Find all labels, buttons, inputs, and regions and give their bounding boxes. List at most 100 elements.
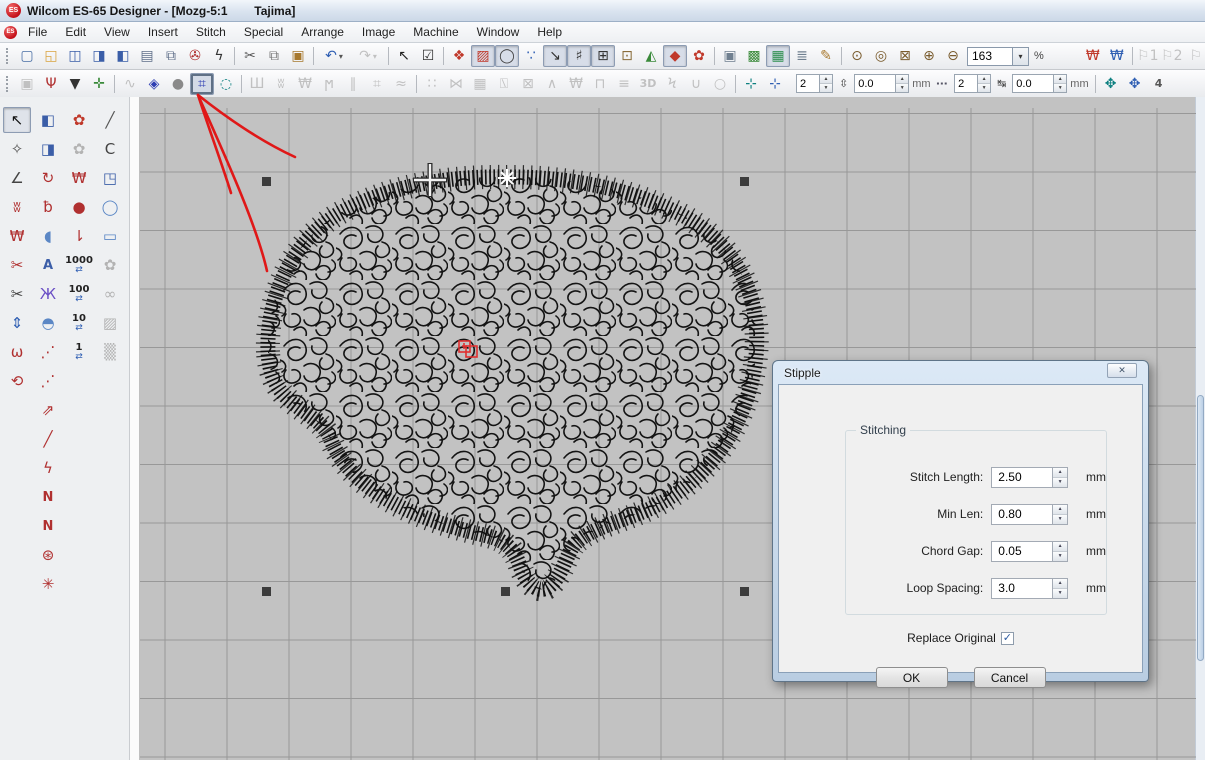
rectangle-tool-button[interactable]: ▭	[96, 223, 124, 249]
freehand-open-button[interactable]: N	[34, 484, 62, 510]
align-centers-2-button[interactable]: ✥	[1123, 73, 1147, 95]
pull-length-input[interactable]	[1012, 74, 1054, 93]
menu-item-view[interactable]: View	[95, 23, 139, 41]
fan-tool-button[interactable]: ω	[3, 339, 31, 365]
box-stitch-button[interactable]: ⊠	[516, 73, 540, 95]
select-button[interactable]: ↖	[3, 107, 31, 133]
fill-shape-button[interactable]: ◖	[34, 223, 62, 249]
dot-stitch-button[interactable]: ∷	[420, 73, 444, 95]
design-properties-button[interactable]: ✎	[814, 45, 838, 67]
penetration-tool-button[interactable]: ⇂	[65, 223, 93, 249]
measure-tool-button[interactable]: ⇕	[3, 310, 31, 336]
parallel-lines-button[interactable]: ╱	[96, 107, 124, 133]
scribble-stitch-button[interactable]: Ϟ	[660, 73, 684, 95]
arrow-mode-button[interactable]: ↘	[543, 45, 567, 67]
cross-hatch-button[interactable]: ⋈	[444, 73, 468, 95]
chevron-down-icon[interactable]: ▾	[1013, 47, 1029, 66]
circle-stitch-button[interactable]: ⊛	[34, 542, 62, 568]
hoop-layout-button[interactable]: ▣	[15, 73, 39, 95]
reshape-button[interactable]: ◧	[34, 107, 62, 133]
auto-options-button[interactable]: ☑	[416, 45, 440, 67]
chevron-down-icon[interactable]: ▾	[373, 52, 377, 61]
line-nodes-button[interactable]: ⋰	[34, 339, 62, 365]
zigzag-run-line-button[interactable]: ϟ	[34, 455, 62, 481]
cut-run-button[interactable]: ✂	[3, 252, 31, 278]
run-line-button[interactable]: ╱	[34, 426, 62, 452]
ellipse-tool-button[interactable]: ◯	[96, 194, 124, 220]
menu-item-help[interactable]: Help	[528, 23, 571, 41]
zigzag-stitch-button[interactable]: ₩	[293, 73, 317, 95]
complex-shape-button[interactable]: ◳	[96, 165, 124, 191]
zoom-level-input[interactable]	[967, 47, 1013, 66]
min-len-input[interactable]	[991, 504, 1053, 525]
spin-down-icon[interactable]: ▼	[978, 84, 990, 92]
spin-up-icon[interactable]: ▲	[1053, 468, 1067, 478]
weave-stitch-button[interactable]: ▦	[468, 73, 492, 95]
blob-stitch-button[interactable]: ○	[708, 73, 732, 95]
peak-stitch-button[interactable]: ∧	[540, 73, 564, 95]
open-button[interactable]: ◱	[39, 45, 63, 67]
run-zigzag-button[interactable]: ʬ	[3, 194, 31, 220]
menu-item-insert[interactable]: Insert	[139, 23, 187, 41]
spin-down-icon[interactable]: ▼	[1054, 84, 1066, 92]
undo-button[interactable]: ↶▾	[317, 45, 351, 67]
len-1000-button[interactable]: 1000⇄	[65, 252, 93, 278]
reshape-fill-button[interactable]: ◨	[34, 136, 62, 162]
cut-button[interactable]: ✂	[238, 45, 262, 67]
motif-run-button[interactable]: ✿	[65, 136, 93, 162]
arch-stitch-button[interactable]: ⊓	[588, 73, 612, 95]
menu-item-stitch[interactable]: Stitch	[187, 23, 235, 41]
penetrations-button[interactable]: ∵	[519, 45, 543, 67]
insert-motif-button[interactable]: ✿	[65, 107, 93, 133]
applique-figures-button[interactable]: Ж	[34, 281, 62, 307]
menu-item-special[interactable]: Special	[235, 23, 292, 41]
connect-machine-button[interactable]: ϟ	[207, 45, 231, 67]
cut-needle-button[interactable]: ✂	[3, 281, 31, 307]
cap-shape-button[interactable]: ◓	[34, 310, 62, 336]
lattice-stitch-button[interactable]: ⍂	[492, 73, 516, 95]
function-1-button[interactable]: ⚐1	[1136, 45, 1160, 67]
show-flowers-button[interactable]: ✿	[687, 45, 711, 67]
print-button[interactable]: ▤	[135, 45, 159, 67]
spin-up-icon[interactable]: ▲	[1053, 542, 1067, 552]
menu-item-image[interactable]: Image	[353, 23, 404, 41]
chord-gap-input[interactable]	[991, 541, 1053, 562]
spin-down-icon[interactable]: ▼	[1053, 552, 1067, 561]
copy-button[interactable]: ⧉	[262, 45, 286, 67]
cancel-button[interactable]: Cancel	[974, 667, 1046, 688]
spin-down-icon[interactable]: ▼	[896, 84, 908, 92]
menu-item-edit[interactable]: Edit	[56, 23, 95, 41]
arc-tool-button[interactable]: Ϲ	[96, 136, 124, 162]
stitch-list-button[interactable]: ≣	[790, 45, 814, 67]
line-stitch-button[interactable]: ∥	[341, 73, 365, 95]
e-stitch-button[interactable]: ʬ	[269, 73, 293, 95]
align-centers-button[interactable]: ✥	[1099, 73, 1123, 95]
replace-original-checkbox[interactable]: ✓	[1001, 632, 1014, 645]
zoom-previous-button[interactable]: ⊙	[845, 45, 869, 67]
menu-item-file[interactable]: File	[19, 23, 56, 41]
grid-4-button[interactable]: 4	[1147, 73, 1171, 95]
outline-border-button[interactable]: ◌	[214, 73, 238, 95]
loop-spacing-input[interactable]	[991, 578, 1053, 599]
stitch-ratio-button[interactable]: ₩	[3, 223, 31, 249]
satin-stitch-button[interactable]: Ш	[245, 73, 269, 95]
thread-colors-button[interactable]: ▩	[742, 45, 766, 67]
m-stitch-button[interactable]: ϻ	[317, 73, 341, 95]
dialog-title-bar[interactable]: Stipple ✕	[778, 361, 1143, 384]
column-input-button[interactable]: ●	[65, 194, 93, 220]
pull-count-input[interactable]	[954, 74, 978, 93]
w-stitch-button[interactable]: ₩	[564, 73, 588, 95]
insert-stitches-button[interactable]: ₩	[1081, 45, 1105, 67]
dialog-close-button[interactable]: ✕	[1107, 363, 1137, 378]
rotate-tool-button[interactable]: ↻	[34, 165, 62, 191]
circle-fill-button[interactable]: ●	[166, 73, 190, 95]
freehand-closed-button[interactable]: N	[34, 513, 62, 539]
mirror-horizontal-button[interactable]: ⊹	[739, 73, 763, 95]
show-picture-button[interactable]: ◭	[639, 45, 663, 67]
new-button[interactable]: ▢	[15, 45, 39, 67]
select-cursor-button[interactable]: ↖	[392, 45, 416, 67]
stemstitch-line-button[interactable]: ⇗	[34, 397, 62, 423]
menu-item-window[interactable]: Window	[468, 23, 529, 41]
underlay-count-input[interactable]	[796, 74, 820, 93]
grid-toggle-button[interactable]: ⊞	[591, 45, 615, 67]
